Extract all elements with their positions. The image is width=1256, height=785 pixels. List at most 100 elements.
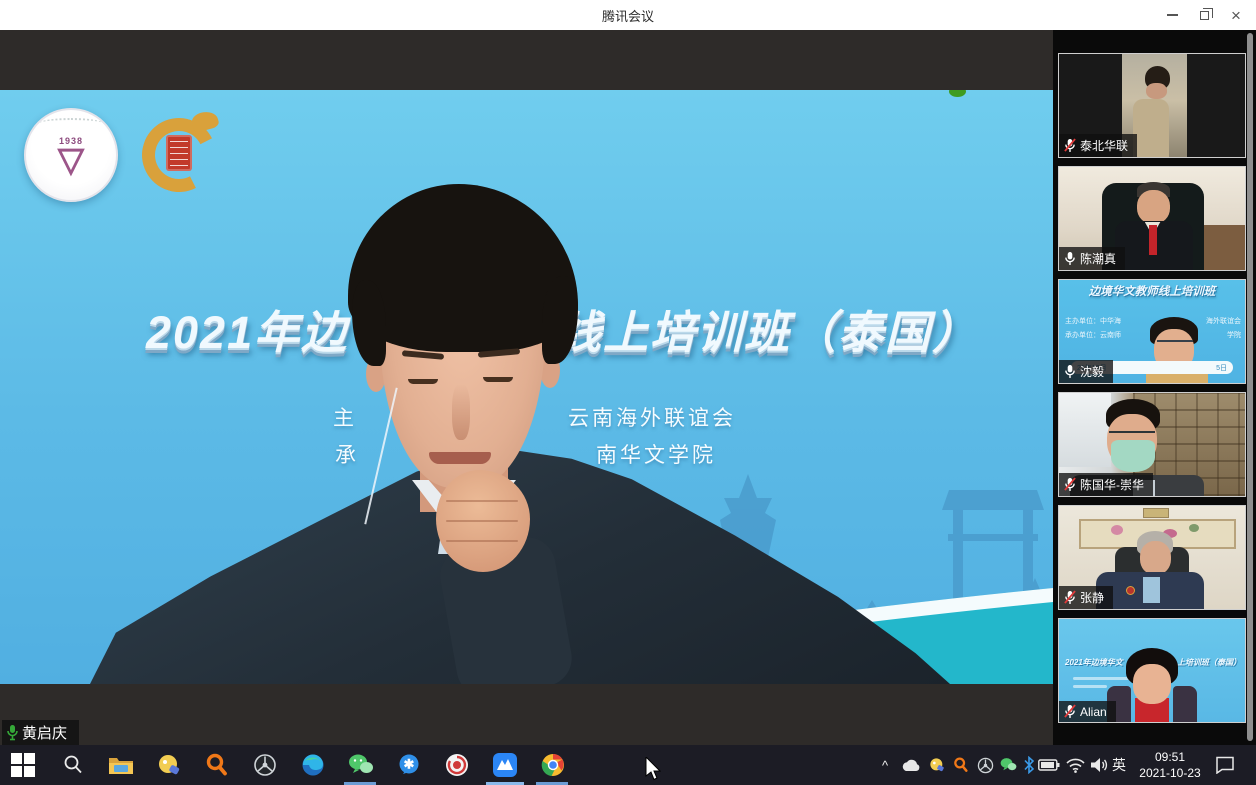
minimize-button[interactable]	[1156, 0, 1188, 30]
org-line1-left: 主	[333, 402, 357, 432]
mic-muted-icon	[1064, 138, 1076, 153]
restore-icon	[1200, 11, 1209, 20]
panel-scrollbar[interactable]	[1247, 33, 1253, 741]
file-explorer-button[interactable]	[108, 752, 134, 778]
participant-name-badge: 陈国华-崇华	[1059, 473, 1153, 496]
mic-muted-icon	[1064, 590, 1076, 605]
slide-title-left: 2021年边	[146, 296, 348, 361]
wechat-button[interactable]	[348, 752, 374, 778]
tencent-meeting-icon	[492, 752, 518, 778]
slide-title-right: 线上培训班（泰国）	[556, 296, 979, 361]
orange-magnifier-icon	[205, 753, 229, 777]
participant-name-badge: 张静	[1059, 586, 1113, 609]
speaker-nose	[452, 384, 470, 440]
speaker-name-badge: 黄启庆	[2, 720, 79, 745]
action-center-button[interactable]	[1212, 752, 1238, 778]
start-button[interactable]	[10, 752, 36, 778]
restore-button[interactable]	[1188, 0, 1220, 30]
participant-tile[interactable]: 边境华文教师线上培训班 主办单位：中华海 海外联谊会 承办单位：云南师 学院 2…	[1058, 279, 1246, 384]
participant-tile[interactable]: 陈潮真	[1058, 166, 1246, 271]
speaker-mouth	[429, 452, 491, 464]
chrome-icon	[541, 753, 565, 777]
action-center-icon	[1215, 756, 1235, 774]
orange-search-tray-button[interactable]	[948, 752, 974, 778]
sogou-icon	[929, 757, 945, 773]
close-button[interactable]: ×	[1220, 0, 1252, 30]
svg-text:✱: ✱	[404, 757, 415, 772]
onedrive-tray-button[interactable]	[898, 752, 924, 778]
participant-name-badge: 泰北华联	[1059, 134, 1137, 157]
speaker-hand	[436, 470, 530, 572]
tile-slide-line: 主办单位：中华海	[1065, 316, 1121, 326]
orange-magnifier-icon	[953, 757, 969, 773]
mouse-cursor	[645, 757, 661, 781]
tile-slide-title: 上培训班（泰国）	[1177, 657, 1241, 668]
participant-name: 张静	[1080, 589, 1104, 606]
huawen-college-logo	[136, 110, 224, 198]
tencent-meeting-button[interactable]	[492, 752, 518, 778]
tile-slide-title: 2021年边境华文	[1065, 657, 1123, 668]
search-icon	[62, 754, 84, 776]
participant-name: 陈国华-崇华	[1080, 476, 1144, 493]
participant-tile[interactable]: 泰北华联	[1058, 53, 1246, 158]
window-title: 腾讯会议	[0, 0, 1256, 30]
participant-name-badge: 沈毅	[1059, 360, 1113, 383]
windows-taskbar: ✱ ^	[0, 745, 1256, 785]
speaker-eye	[408, 379, 438, 384]
mic-muted-icon	[1064, 477, 1076, 492]
logo-arc-text	[40, 118, 102, 128]
window-controls: ×	[1156, 0, 1252, 30]
tile-slide-title: 边境华文教师线上培训班	[1060, 283, 1244, 299]
orange-search-button[interactable]	[204, 752, 230, 778]
yunnan-normal-university-logo: 1938 ▽	[24, 108, 118, 202]
mic-muted-icon	[1064, 704, 1076, 719]
wifi-icon	[1066, 758, 1085, 773]
participant-name: 泰北华联	[1080, 137, 1128, 154]
edge-button[interactable]	[300, 752, 326, 778]
tim-icon: ✱	[397, 753, 421, 777]
tray-date: 2021-10-23	[1139, 765, 1200, 781]
taskbar-clock[interactable]: 09:51 2021-10-23	[1132, 748, 1208, 782]
participant-name: 沈毅	[1080, 363, 1104, 380]
battery-tray-button[interactable]	[1036, 752, 1062, 778]
chrome-button[interactable]	[540, 752, 566, 778]
tile-slide-line: 学院	[1227, 330, 1241, 340]
dragon-head-icon	[190, 109, 220, 133]
wechat-icon	[1000, 757, 1017, 773]
main-video-huang-qiqing[interactable]: 1938 ▽ 2021年边 线上培训班（泰国） 主 云南海外联谊会 承 南华文学…	[0, 90, 1053, 684]
participants-panel: 泰北华联 陈潮真 边境华文教师线上培训班 主办单位：中华海 海外联谊会 承办单位…	[1053, 30, 1256, 745]
wechat-icon	[348, 753, 374, 777]
taskbar-search-button[interactable]	[60, 752, 86, 778]
mic-on-icon	[1064, 364, 1076, 379]
participant-name-badge: 陈潮真	[1059, 247, 1125, 270]
tim-button[interactable]: ✱	[396, 752, 422, 778]
recorder-icon	[445, 753, 469, 777]
steering-wheel-button[interactable]	[252, 752, 278, 778]
recorder-button[interactable]	[444, 752, 470, 778]
tile-slide-line: 海外联谊会	[1206, 316, 1241, 326]
minimize-icon	[1167, 14, 1178, 16]
tray-time: 09:51	[1155, 749, 1185, 765]
mic-on-icon	[1064, 251, 1076, 266]
participant-tile[interactable]: 陈国华-崇华	[1058, 392, 1246, 497]
window-titlebar: 腾讯会议 ×	[0, 0, 1256, 30]
participant-tile[interactable]: 张静	[1058, 505, 1246, 610]
wifi-tray-button[interactable]	[1062, 752, 1088, 778]
hidden-icons-chevron[interactable]: ^	[876, 752, 894, 778]
org-line2-right: 南华文学院	[596, 439, 716, 469]
windows-logo-icon	[11, 753, 35, 777]
tile-slide-line: 承办单位：云南师	[1065, 330, 1121, 340]
sogou-tray-button[interactable]	[924, 752, 950, 778]
input-method-indicator[interactable]: 英	[1106, 752, 1132, 778]
participant-name: Alian	[1080, 705, 1107, 719]
tile-slide-date: 5日	[1216, 363, 1227, 373]
battery-icon	[1038, 759, 1060, 771]
org-line2-left: 承	[335, 439, 359, 469]
green-dot	[949, 90, 966, 97]
sogou-button[interactable]	[156, 752, 182, 778]
speaker-name: 黄启庆	[22, 722, 67, 743]
mic-active-icon	[6, 724, 19, 741]
main-stage: 1938 ▽ 2021年边 线上培训班（泰国） 主 云南海外联谊会 承 南华文学…	[0, 30, 1053, 745]
speaker-eye	[483, 377, 513, 382]
participant-tile[interactable]: 2021年边境华文 上培训班（泰国） Alian	[1058, 618, 1246, 723]
